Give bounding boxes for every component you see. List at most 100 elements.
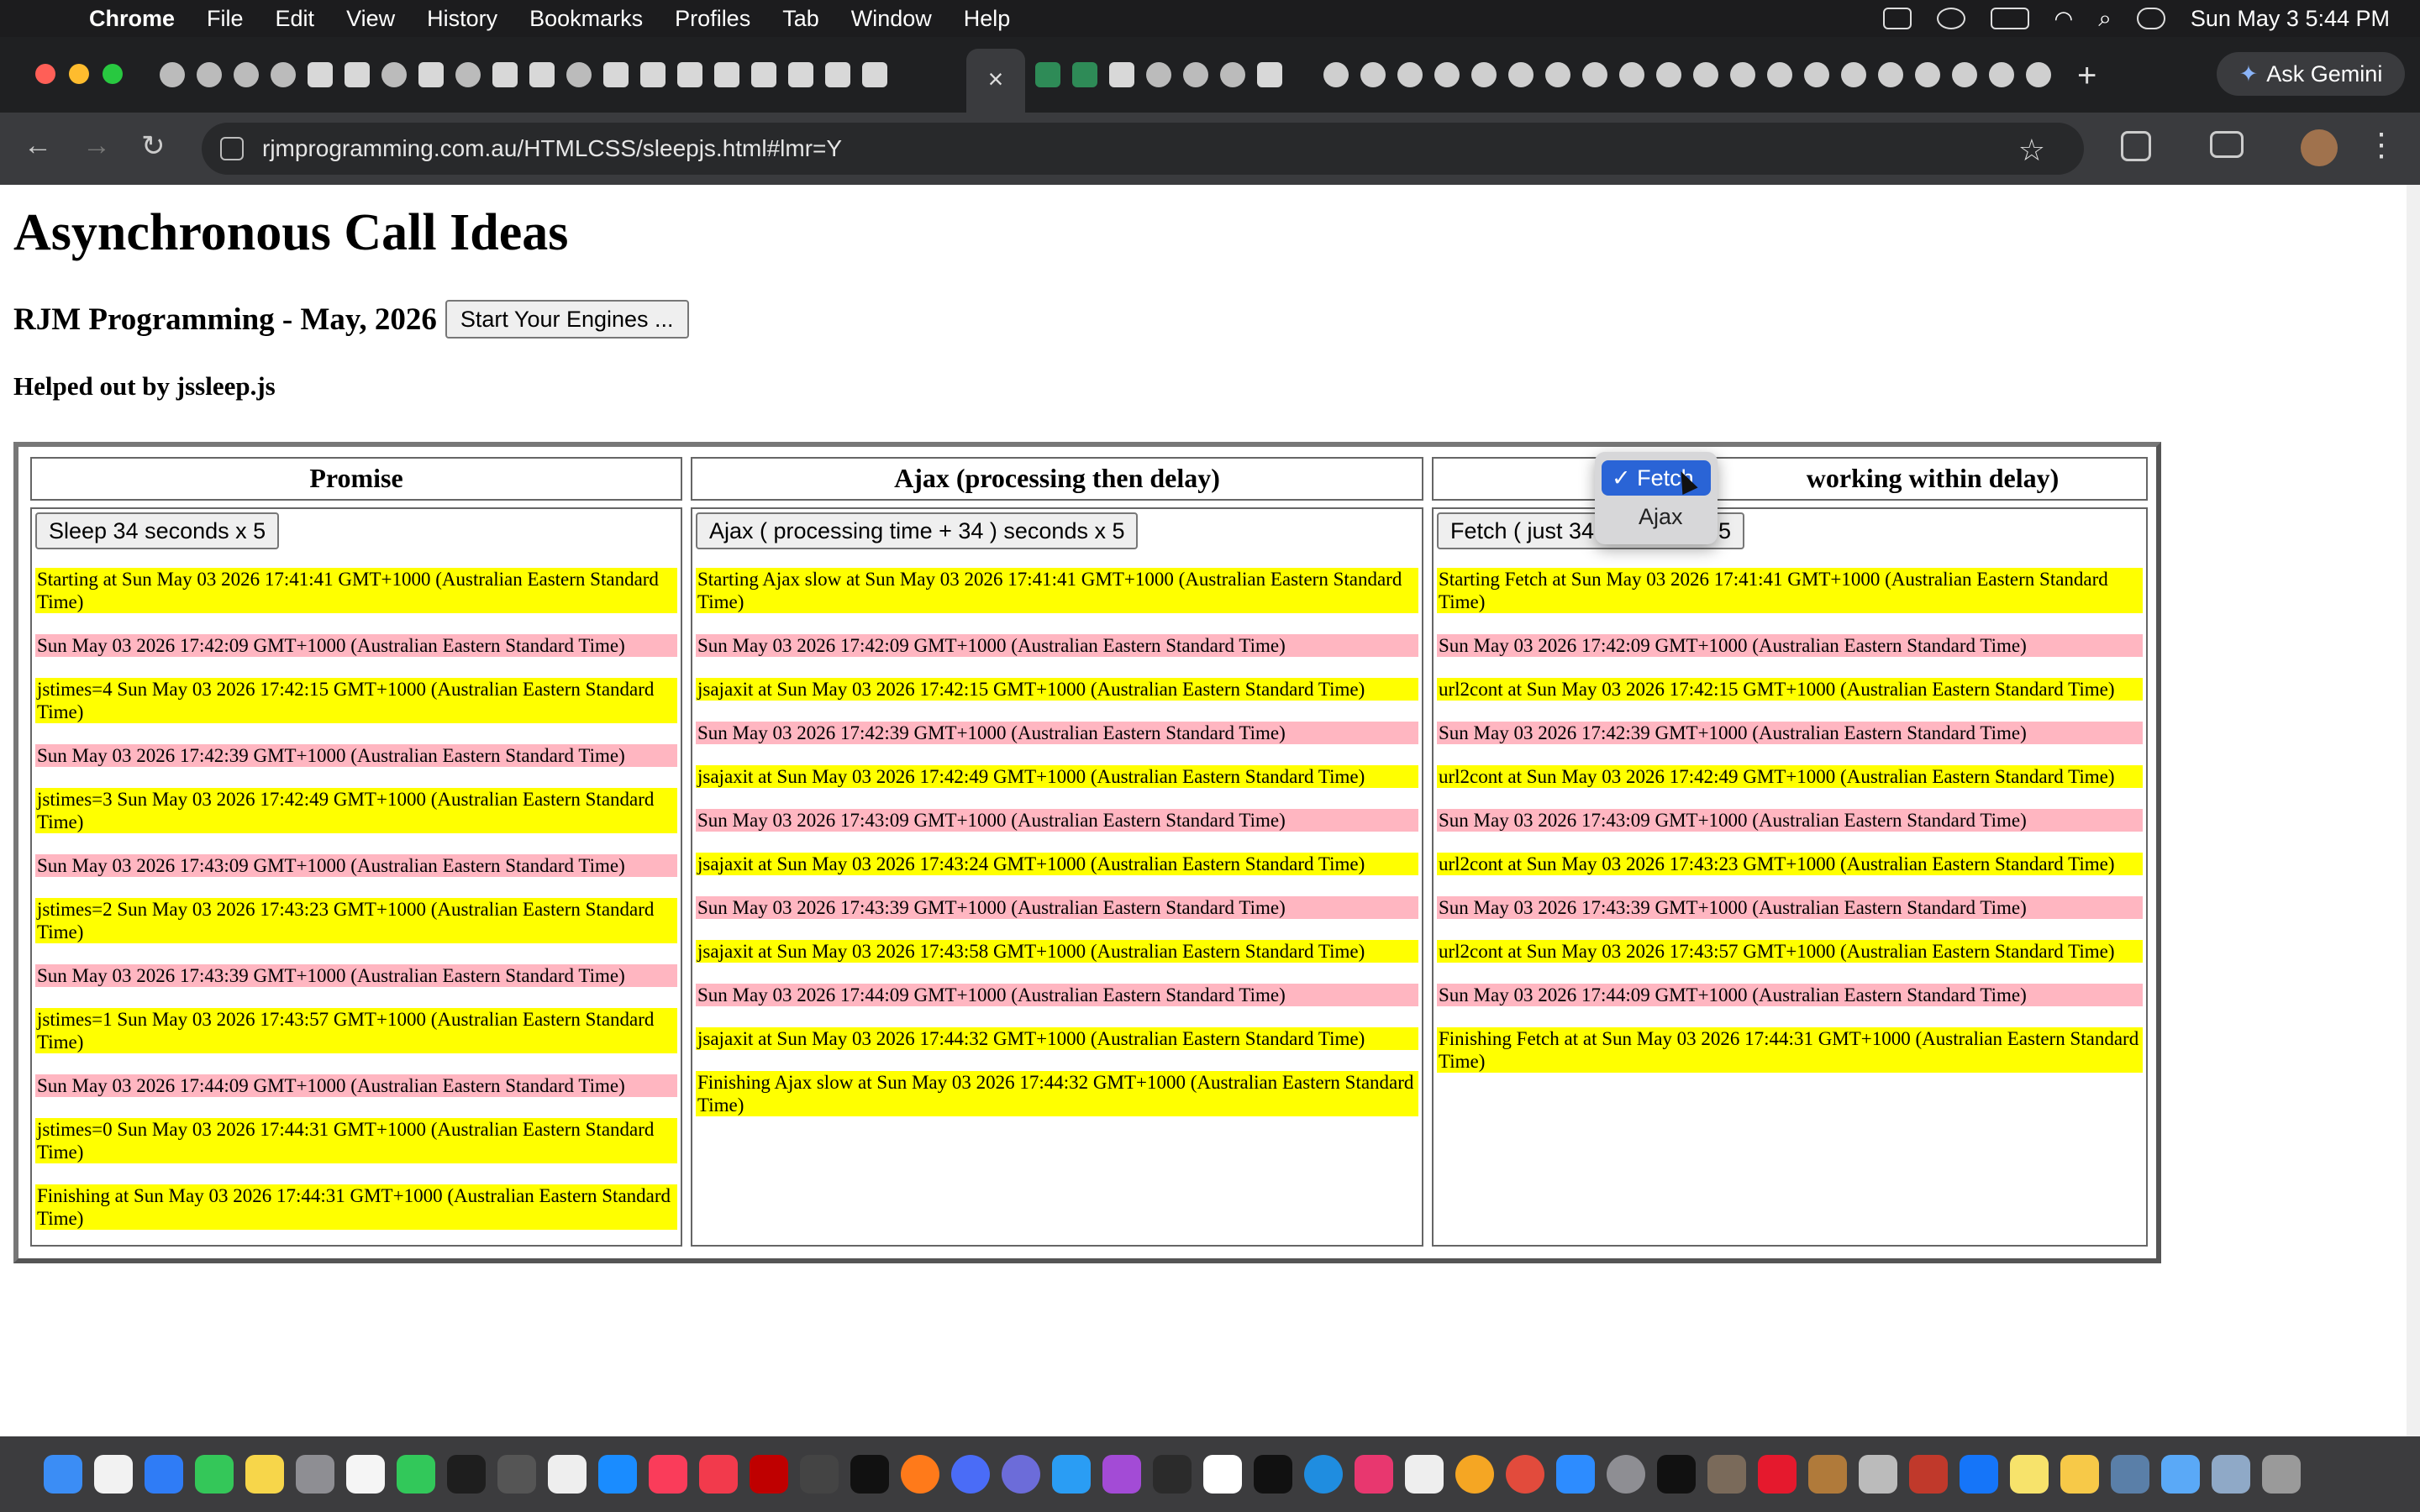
document-icon[interactable] [1405, 1455, 1444, 1494]
xcode-icon[interactable] [1960, 1455, 1998, 1494]
tab-favicon[interactable] [271, 62, 296, 87]
intellij-icon[interactable] [1355, 1455, 1393, 1494]
tab-favicon[interactable] [1767, 62, 1792, 87]
tab-favicon[interactable] [1323, 62, 1349, 87]
tab-favicon[interactable] [862, 62, 887, 87]
tab-favicon[interactable] [1220, 62, 1245, 87]
tab-favicon[interactable] [1730, 62, 1755, 87]
site-info-icon[interactable] [220, 137, 244, 160]
stickies-icon[interactable] [2010, 1455, 2049, 1494]
tab-favicon[interactable] [1035, 62, 1060, 87]
minimize-window-button[interactable] [69, 64, 89, 84]
podcasts-icon[interactable] [1102, 1455, 1141, 1494]
menu-tab[interactable]: Tab [782, 6, 819, 32]
tab-favicon[interactable] [603, 62, 629, 87]
launchpad-icon[interactable] [296, 1455, 334, 1494]
tab-favicon[interactable] [1915, 62, 1940, 87]
address-bar[interactable]: rjmprogramming.com.au/HTMLCSS/sleepjs.ht… [202, 123, 2084, 175]
terminal2-icon[interactable] [1254, 1455, 1292, 1494]
calendar-icon[interactable] [1203, 1455, 1242, 1494]
cast-icon[interactable] [2210, 131, 2244, 158]
freeform-icon[interactable] [346, 1455, 385, 1494]
tab-favicon[interactable] [1146, 62, 1171, 87]
preview-icon[interactable] [2111, 1455, 2149, 1494]
quicktime-icon[interactable] [1304, 1455, 1343, 1494]
menu-help[interactable]: Help [964, 6, 1011, 32]
opera-icon[interactable] [1758, 1455, 1797, 1494]
tab-favicon[interactable] [1434, 62, 1460, 87]
tab-favicon[interactable] [1360, 62, 1386, 87]
finder-icon[interactable] [44, 1455, 82, 1494]
safari-icon[interactable] [1052, 1455, 1091, 1494]
start-engines-button[interactable]: Start Your Engines ... [445, 300, 689, 339]
close-window-button[interactable] [35, 64, 55, 84]
active-tab[interactable]: × [966, 49, 1025, 113]
bookmark-star-icon[interactable]: ☆ [2018, 133, 2045, 168]
tab-favicon[interactable] [1841, 62, 1866, 87]
ajax-button[interactable]: Ajax ( processing time + 34 ) seconds x … [696, 512, 1139, 549]
tab-favicon[interactable] [1257, 62, 1282, 87]
tab-favicon[interactable] [418, 62, 444, 87]
tab-favicon[interactable] [1989, 62, 2014, 87]
archive-icon[interactable] [1808, 1455, 1847, 1494]
control-center-icon[interactable] [2136, 8, 2165, 29]
zoom-icon[interactable] [1556, 1455, 1595, 1494]
downloads-icon[interactable] [2212, 1455, 2250, 1494]
tab-favicon[interactable] [1804, 62, 1829, 87]
textedit-icon[interactable] [548, 1455, 587, 1494]
select-option-fetch[interactable]: ✓ Fetch [1602, 460, 1711, 496]
app-store-icon[interactable] [598, 1455, 637, 1494]
tab-favicon[interactable] [1619, 62, 1644, 87]
tab-favicon[interactable] [640, 62, 666, 87]
back-arrow-icon[interactable]: ← [24, 129, 52, 162]
folder-icon[interactable] [2161, 1455, 2200, 1494]
terminal-icon[interactable] [447, 1455, 486, 1494]
profile-avatar[interactable] [2301, 129, 2338, 166]
tab-favicon[interactable] [455, 62, 481, 87]
mail-icon[interactable] [145, 1455, 183, 1494]
sleep-button[interactable]: Sleep 34 seconds x 5 [35, 512, 280, 549]
bbedit-icon[interactable] [1002, 1455, 1040, 1494]
tab-favicon[interactable] [1397, 62, 1423, 87]
menu-history[interactable]: History [427, 6, 497, 32]
menu-file[interactable]: File [207, 6, 244, 32]
tab-favicon[interactable] [1582, 62, 1607, 87]
music-icon[interactable] [649, 1455, 687, 1494]
calculator-icon[interactable] [497, 1455, 536, 1494]
chrome-menu-icon[interactable]: ⋮ [2365, 126, 2397, 164]
blocker-icon[interactable] [951, 1455, 990, 1494]
battery-icon[interactable] [1990, 8, 2029, 29]
tab-favicon[interactable] [345, 62, 370, 87]
tab-favicon[interactable] [2026, 62, 2051, 87]
tab-favicon[interactable] [1072, 62, 1097, 87]
close-tab-icon[interactable]: × [988, 64, 1004, 94]
tab-favicon[interactable] [308, 62, 333, 87]
tab-favicon[interactable] [1878, 62, 1903, 87]
tab-favicon[interactable] [1109, 62, 1134, 87]
menu-edit[interactable]: Edit [276, 6, 315, 32]
tab-favicon[interactable] [160, 62, 185, 87]
extensions-icon[interactable] [2121, 131, 2151, 161]
facetime-icon[interactable] [397, 1455, 435, 1494]
system-settings-icon[interactable] [1607, 1455, 1645, 1494]
menu-view[interactable]: View [346, 6, 395, 32]
tab-favicon[interactable] [492, 62, 518, 87]
spotlight-search-icon[interactable]: ⌕ [2098, 5, 2112, 33]
tab-favicon[interactable] [1508, 62, 1534, 87]
tab-favicon[interactable] [1952, 62, 1977, 87]
messages-icon[interactable] [195, 1455, 234, 1494]
gimp-icon[interactable] [1707, 1455, 1746, 1494]
tab-favicon[interactable] [751, 62, 776, 87]
tab-favicon[interactable] [381, 62, 407, 87]
firefox-icon[interactable] [901, 1455, 939, 1494]
menubar-clock[interactable]: Sun May 3 5:44 PM [2191, 6, 2390, 32]
play-status-icon[interactable] [1936, 8, 1965, 29]
zoom-window-button[interactable] [103, 64, 123, 84]
tab-favicon[interactable] [234, 62, 259, 87]
photos-icon[interactable] [1455, 1455, 1494, 1494]
console-icon[interactable] [1153, 1455, 1192, 1494]
tips-icon[interactable] [2060, 1455, 2099, 1494]
tab-favicon[interactable] [1471, 62, 1497, 87]
menu-window[interactable]: Window [851, 6, 932, 32]
select-option-ajax[interactable]: Ajax [1602, 499, 1711, 534]
